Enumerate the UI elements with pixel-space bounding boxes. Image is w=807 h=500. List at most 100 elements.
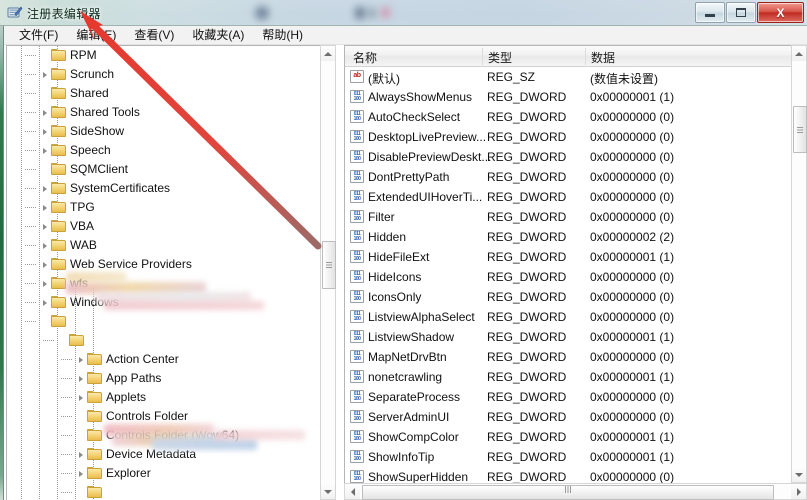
value-row[interactable]: 011 100 DesktopLivePreview... REG_DWORD 0x00… <box>345 127 792 147</box>
list-scrollbar-thumb[interactable] <box>793 106 807 153</box>
tree-item[interactable]: Action Center <box>7 350 322 369</box>
column-divider[interactable] <box>482 48 483 65</box>
list-hscrollbar-thumb[interactable] <box>362 485 774 500</box>
tree-connector <box>61 435 72 436</box>
expand-toggle-icon[interactable] <box>75 373 86 384</box>
tree-vertical-scrollbar[interactable] <box>320 45 336 500</box>
value-row[interactable]: 011 100 ListviewShadow REG_DWORD 0x00000001 … <box>345 327 792 347</box>
expand-toggle-icon[interactable] <box>75 392 86 403</box>
value-row[interactable]: 011 100 ListviewAlphaSelect REG_DWORD 0x0000… <box>345 307 792 327</box>
expand-toggle-icon[interactable] <box>39 278 50 289</box>
value-row[interactable]: 011 100 AlwaysShowMenus REG_DWORD 0x00000001… <box>345 87 792 107</box>
expand-toggle-icon[interactable] <box>39 69 50 80</box>
value-row[interactable]: 011 100 MapNetDrvBtn REG_DWORD 0x00000000 (0… <box>345 347 792 367</box>
maximize-button[interactable] <box>726 2 756 23</box>
value-row[interactable]: 011 100 AutoCheckSelect REG_DWORD 0x00000000… <box>345 107 792 127</box>
tree-item[interactable]: Speech <box>7 141 322 160</box>
dword-value-icon: 011100 <box>350 330 364 343</box>
tree-item[interactable]: Explorer <box>7 464 322 483</box>
tree-item[interactable]: SystemCertificates <box>7 179 322 198</box>
tree-item[interactable]: Shared Tools <box>7 103 322 122</box>
chevron-right-icon <box>42 223 47 230</box>
close-button[interactable]: X <box>757 2 804 23</box>
value-data: 0x00000000 (0) <box>590 290 675 304</box>
scroll-down-button[interactable] <box>792 467 806 482</box>
scroll-down-button[interactable] <box>321 484 335 499</box>
tree-item[interactable] <box>7 331 322 350</box>
value-row[interactable]: 011 100 Hidden REG_DWORD 0x00000002 (2) <box>345 227 792 247</box>
value-row[interactable]: 011 100 SeparateProcess REG_DWORD 0x00000000… <box>345 387 792 407</box>
value-row[interactable]: 011 100 ServerAdminUI REG_DWORD 0x00000000 (… <box>345 407 792 427</box>
tree-item-label: App Paths <box>106 371 162 385</box>
expand-toggle-icon[interactable] <box>39 126 50 137</box>
value-row[interactable]: 011 100 ShowCompColor REG_DWORD 0x00000001 (… <box>345 427 792 447</box>
scroll-left-button[interactable] <box>345 484 360 499</box>
expand-toggle-icon[interactable] <box>39 107 50 118</box>
menu-item-view[interactable]: 查看(V) <box>125 25 183 45</box>
value-data: 0x00000001 (1) <box>590 450 675 464</box>
tree-item[interactable]: RPM <box>7 46 322 65</box>
title-bar[interactable]: 注册表编辑器 X <box>0 0 807 26</box>
tree-item[interactable] <box>7 483 322 500</box>
tree-scrollbar-thumb[interactable] <box>322 241 336 289</box>
tree-item[interactable]: WAB <box>7 236 322 255</box>
tree-item-label: Controls Folder <box>106 409 189 423</box>
value-row[interactable]: 011 100 DisablePreviewDeskt... REG_DWORD 0x0… <box>345 147 792 167</box>
expand-toggle-icon[interactable] <box>39 240 50 251</box>
tree-connector <box>61 359 72 360</box>
expand-toggle-icon[interactable] <box>39 202 50 213</box>
tree-item[interactable]: SQMClient <box>7 160 322 179</box>
value-row[interactable]: 011 100 ExtendedUIHoverTi... REG_DWORD 0x000… <box>345 187 792 207</box>
tree-item[interactable]: Shared <box>7 84 322 103</box>
expand-toggle-icon[interactable] <box>39 259 50 270</box>
column-divider[interactable] <box>585 48 586 65</box>
expand-toggle-icon[interactable] <box>39 297 50 308</box>
desktop-bleed-blob <box>368 8 376 18</box>
value-row[interactable]: ab (默认) REG_SZ (数值未设置) <box>345 67 792 87</box>
expand-toggle-icon[interactable] <box>39 145 50 156</box>
scroll-up-button[interactable] <box>792 46 806 61</box>
value-row[interactable]: 011 100 HideIcons REG_DWORD 0x00000000 (0) <box>345 267 792 287</box>
value-row[interactable]: 011 100 DontPrettyPath REG_DWORD 0x00000000 … <box>345 167 792 187</box>
tree-item[interactable]: App Paths <box>7 369 322 388</box>
menu-item-help[interactable]: 帮助(H) <box>253 25 312 45</box>
menu-item-favorites[interactable]: 收藏夹(A) <box>183 25 253 45</box>
menu-bar: 文件(F) 编辑(E) 查看(V) 收藏夹(A) 帮助(H) <box>4 26 807 45</box>
expand-toggle-icon[interactable] <box>75 449 86 460</box>
list-horizontal-scrollbar[interactable] <box>344 483 807 500</box>
registry-values-pane[interactable]: 名称 类型 数据 ab (默认) REG_SZ (数值未设置) 011 100 Always… <box>344 45 807 500</box>
expand-toggle-icon[interactable] <box>39 221 50 232</box>
censored-region <box>66 272 126 282</box>
tree-item[interactable]: VBA <box>7 217 322 236</box>
scrollbar-grip <box>326 262 332 269</box>
tree-leaf-spacer <box>57 335 68 346</box>
tree-item[interactable]: Web Service Providers <box>7 255 322 274</box>
value-row[interactable]: 011 100 IconsOnly REG_DWORD 0x00000000 (0) <box>345 287 792 307</box>
tree-item[interactable]: SideShow <box>7 122 322 141</box>
registry-values-list[interactable]: ab (默认) REG_SZ (数值未设置) 011 100 AlwaysShowMenus… <box>345 67 792 500</box>
tree-item[interactable]: Applets <box>7 388 322 407</box>
chevron-down-icon <box>795 472 803 477</box>
value-row[interactable]: 011 100 HideFileExt REG_DWORD 0x00000001 (1) <box>345 247 792 267</box>
tree-connector <box>25 264 36 265</box>
menu-item-file[interactable]: 文件(F) <box>10 25 67 45</box>
column-header-type[interactable]: 类型 <box>488 49 512 66</box>
tree-item[interactable]: TPG <box>7 198 322 217</box>
column-header-name[interactable]: 名称 <box>353 49 377 66</box>
list-vertical-scrollbar[interactable] <box>791 45 807 483</box>
expand-toggle-icon[interactable] <box>39 183 50 194</box>
dword-value-icon: 011100 <box>350 370 364 383</box>
expand-toggle-icon[interactable] <box>75 468 86 479</box>
minimize-button[interactable] <box>695 2 725 23</box>
value-row[interactable]: 011 100 nonetcrawling REG_DWORD 0x00000001 (… <box>345 367 792 387</box>
tree-item[interactable]: Scrunch <box>7 65 322 84</box>
value-row[interactable]: 011 100 Filter REG_DWORD 0x00000000 (0) <box>345 207 792 227</box>
column-header-data[interactable]: 数据 <box>591 49 615 66</box>
value-row[interactable]: 011 100 ShowInfoTip REG_DWORD 0x00000001 (1) <box>345 447 792 467</box>
tree-item[interactable] <box>7 312 322 331</box>
scroll-up-button[interactable] <box>321 46 335 61</box>
dword-value-icon: 011100 <box>350 130 364 143</box>
expand-toggle-icon[interactable] <box>75 354 86 365</box>
scroll-right-button[interactable] <box>791 484 806 499</box>
menu-item-edit[interactable]: 编辑(E) <box>67 25 125 45</box>
